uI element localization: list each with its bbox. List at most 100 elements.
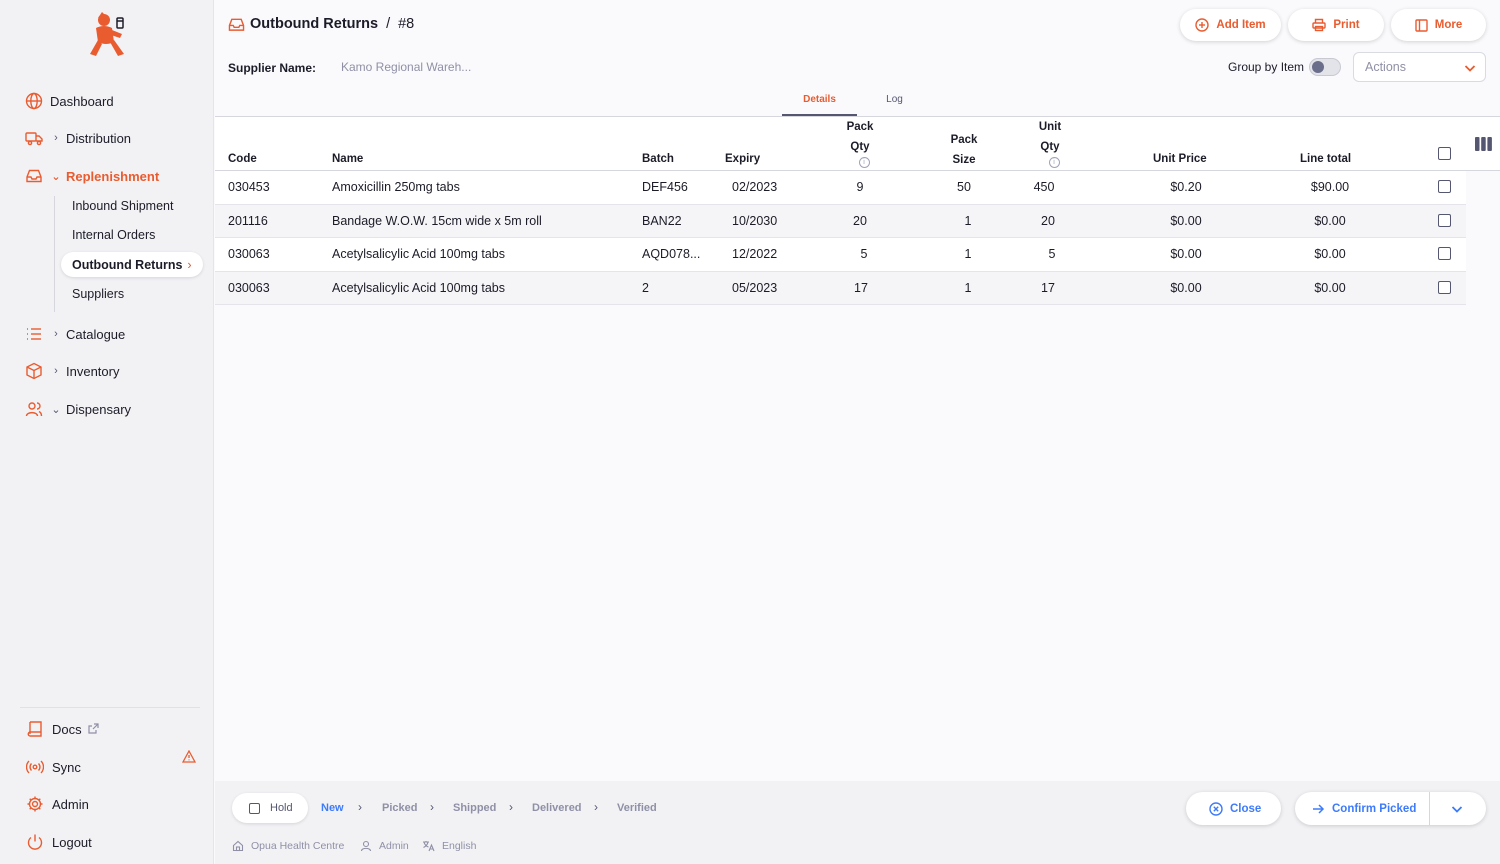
cell-code: 030063 — [228, 247, 270, 261]
chevron-right-icon: › — [509, 800, 513, 814]
close-button[interactable]: Close — [1186, 792, 1281, 825]
row-checkbox[interactable] — [1438, 180, 1451, 193]
columns-icon[interactable] — [1475, 137, 1492, 151]
printer-icon — [1312, 18, 1327, 32]
book-icon — [24, 718, 46, 740]
nav-dashboard[interactable]: Dashboard — [24, 90, 114, 112]
chevron-right-icon: › — [430, 800, 434, 814]
hold-label: Hold — [270, 802, 293, 814]
status-verified: Verified — [617, 802, 657, 814]
hold-toggle[interactable]: Hold — [232, 793, 308, 823]
cell-line-total: $0.00 — [1314, 213, 1346, 228]
cell-name: Bandage W.O.W. 15cm wide x 5m roll — [332, 213, 542, 228]
table-row[interactable]: 030453 Amoxicillin 250mg tabs DEF456 02/… — [215, 171, 1466, 205]
chevron-down-icon: ⌄ — [51, 170, 61, 183]
inbox-icon — [228, 18, 245, 31]
cell-expiry: 10/2030 — [732, 213, 778, 228]
cell-pack-size: 50 — [957, 180, 971, 194]
cell-pack-size: 1 — [964, 247, 972, 261]
column-header-pack-qty[interactable]: Pack Qty i — [835, 117, 885, 168]
chevron-right-icon: › — [187, 257, 192, 272]
cell-unit-qty: 20 — [1041, 213, 1055, 228]
sidebar-item-suppliers[interactable]: Suppliers — [72, 284, 124, 304]
split-divider — [1429, 792, 1430, 825]
cell-batch: DEF456 — [642, 180, 688, 194]
app-logo[interactable] — [84, 10, 128, 62]
user-info[interactable]: Admin — [360, 840, 409, 852]
status-delivered: Delivered — [532, 802, 582, 814]
supplier-name-field[interactable]: Kamo Regional Wareh... — [341, 60, 471, 74]
header-line: Qty — [1040, 141, 1060, 153]
breadcrumb-separator: / — [386, 16, 391, 32]
hold-checkbox[interactable] — [249, 802, 260, 814]
translate-icon — [423, 841, 435, 852]
nav-catalogue[interactable]: › Catalogue — [24, 323, 125, 345]
nav-dispensary[interactable]: ⌄ Dispensary — [24, 398, 131, 420]
store-name: Opua Health Centre — [251, 840, 345, 852]
nav-label: Dashboard — [50, 93, 114, 109]
box-icon — [24, 361, 44, 381]
header-line: Pack — [950, 134, 978, 146]
select-placeholder: Actions — [1365, 60, 1406, 74]
nav-label: Sync — [52, 759, 81, 775]
breadcrumb-number: #8 — [398, 16, 415, 32]
column-header-expiry[interactable]: Expiry — [725, 153, 760, 165]
nav-logout[interactable]: Logout — [24, 831, 92, 853]
nav-admin[interactable]: Admin — [24, 793, 89, 815]
add-item-button[interactable]: Add Item — [1180, 9, 1281, 41]
sidebar-item-internal-orders[interactable]: Internal Orders — [72, 225, 155, 245]
nav-label: Logout — [52, 834, 92, 850]
store-info[interactable]: Opua Health Centre — [232, 840, 344, 852]
column-header-unit-qty[interactable]: Unit Qty i — [1025, 117, 1075, 168]
nav-label: Replenishment — [66, 168, 160, 184]
column-header-line-total[interactable]: Line total — [1300, 153, 1351, 165]
column-header-pack-size[interactable]: Pack Size — [939, 130, 989, 170]
table-row[interactable]: 030063 Acetylsalicylic Acid 100mg tabs A… — [215, 238, 1466, 272]
more-button[interactable]: More — [1391, 9, 1486, 41]
breadcrumb-title[interactable]: Outbound Returns — [250, 16, 378, 32]
lines-table: Code Name Batch Expiry Pack Qty i Pack S… — [215, 117, 1500, 305]
user-name: Admin — [379, 840, 409, 852]
column-header-code[interactable]: Code — [228, 153, 257, 165]
nav-replenishment[interactable]: ⌄ Replenishment — [24, 165, 159, 187]
language-info[interactable]: English — [422, 840, 476, 852]
nav-docs[interactable]: Docs — [24, 718, 99, 740]
table-row[interactable]: 030063 Acetylsalicylic Acid 100mg tabs 2… — [215, 271, 1466, 305]
group-by-item-label: Group by Item — [1228, 60, 1305, 74]
close-circle-icon — [1209, 801, 1223, 816]
nav-inventory[interactable]: › Inventory — [24, 360, 119, 382]
sidebar-item-outbound-returns[interactable]: Outbound Returns › — [61, 252, 203, 277]
row-checkbox[interactable] — [1438, 280, 1451, 294]
header-line: Qty — [850, 141, 870, 153]
cell-batch: AQD078... — [642, 247, 701, 261]
tab-log[interactable]: Log — [857, 94, 932, 116]
sidebar-item-inbound-shipment[interactable]: Inbound Shipment — [72, 196, 173, 216]
actions-select[interactable]: Actions — [1353, 52, 1486, 82]
info-icon[interactable]: i — [1048, 157, 1060, 168]
column-header-batch[interactable]: Batch — [642, 153, 674, 165]
footer-bar: Hold New › Picked › Shipped › Delivered … — [215, 781, 1500, 864]
sub-item-label: Outbound Returns — [72, 257, 183, 272]
home-icon — [232, 840, 244, 852]
group-by-item-toggle[interactable] — [1309, 58, 1341, 76]
row-checkbox[interactable] — [1438, 247, 1451, 260]
supplier-name-label: Supplier Name: — [228, 61, 317, 75]
cell-name: Acetylsalicylic Acid 100mg tabs — [332, 280, 505, 295]
tab-details[interactable]: Details — [782, 94, 857, 116]
column-header-unit-price[interactable]: Unit Price — [1153, 153, 1207, 165]
chevron-down-icon[interactable] — [1450, 802, 1464, 816]
column-header-name[interactable]: Name — [332, 153, 363, 165]
header-line: Size — [952, 154, 976, 166]
nav-sync[interactable]: Sync — [24, 756, 81, 778]
radio-icon — [24, 756, 46, 778]
cell-pack-size: 1 — [964, 213, 972, 228]
table-row[interactable]: 201116 Bandage W.O.W. 15cm wide x 5m rol… — [215, 204, 1466, 238]
plus-circle-icon — [1195, 18, 1210, 32]
toggle-knob — [1312, 61, 1324, 73]
cell-pack-qty: 9 — [856, 180, 864, 194]
select-all-checkbox[interactable] — [1438, 147, 1451, 160]
print-button[interactable]: Print — [1288, 9, 1384, 41]
row-checkbox[interactable] — [1438, 213, 1451, 227]
info-icon[interactable]: i — [858, 157, 870, 168]
nav-distribution[interactable]: › Distribution — [24, 127, 131, 149]
